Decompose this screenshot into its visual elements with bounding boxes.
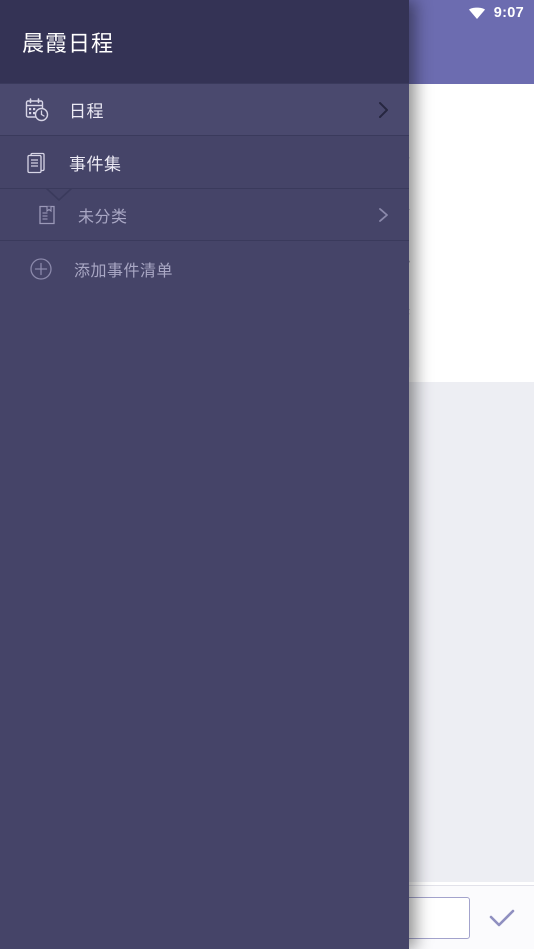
add-event-list-button[interactable]: 添加事件清单 <box>0 241 409 296</box>
chevron-right-icon <box>379 208 388 222</box>
divider <box>0 83 409 84</box>
calendar-clock-icon <box>22 95 52 125</box>
plus-circle-icon <box>28 256 54 282</box>
sidebar-subitem-label: 未分类 <box>78 209 128 226</box>
drawer-header: 晨霞日程 <box>0 0 409 83</box>
app-screen: 9:07 五 六 5 十四 6 十五 12 廿一 <box>0 0 534 949</box>
notepad-icon <box>34 202 60 228</box>
navigation-drawer: 晨霞日程 日程 事件集 未分类 添加事件清单 <box>0 0 409 949</box>
documents-stack-icon <box>22 148 52 178</box>
app-title: 晨霞日程 <box>22 30 115 56</box>
sidebar-item-schedule[interactable]: 日程 <box>0 83 409 136</box>
sidebar-item-label: 事件集 <box>69 155 122 174</box>
sidebar-subitem-uncategorized[interactable]: 未分类 <box>0 189 409 241</box>
sidebar-item-label: 日程 <box>69 102 104 121</box>
chevron-right-icon <box>379 101 388 118</box>
add-event-list-label: 添加事件清单 <box>74 262 174 280</box>
sidebar-item-event-sets[interactable]: 事件集 <box>0 136 409 189</box>
